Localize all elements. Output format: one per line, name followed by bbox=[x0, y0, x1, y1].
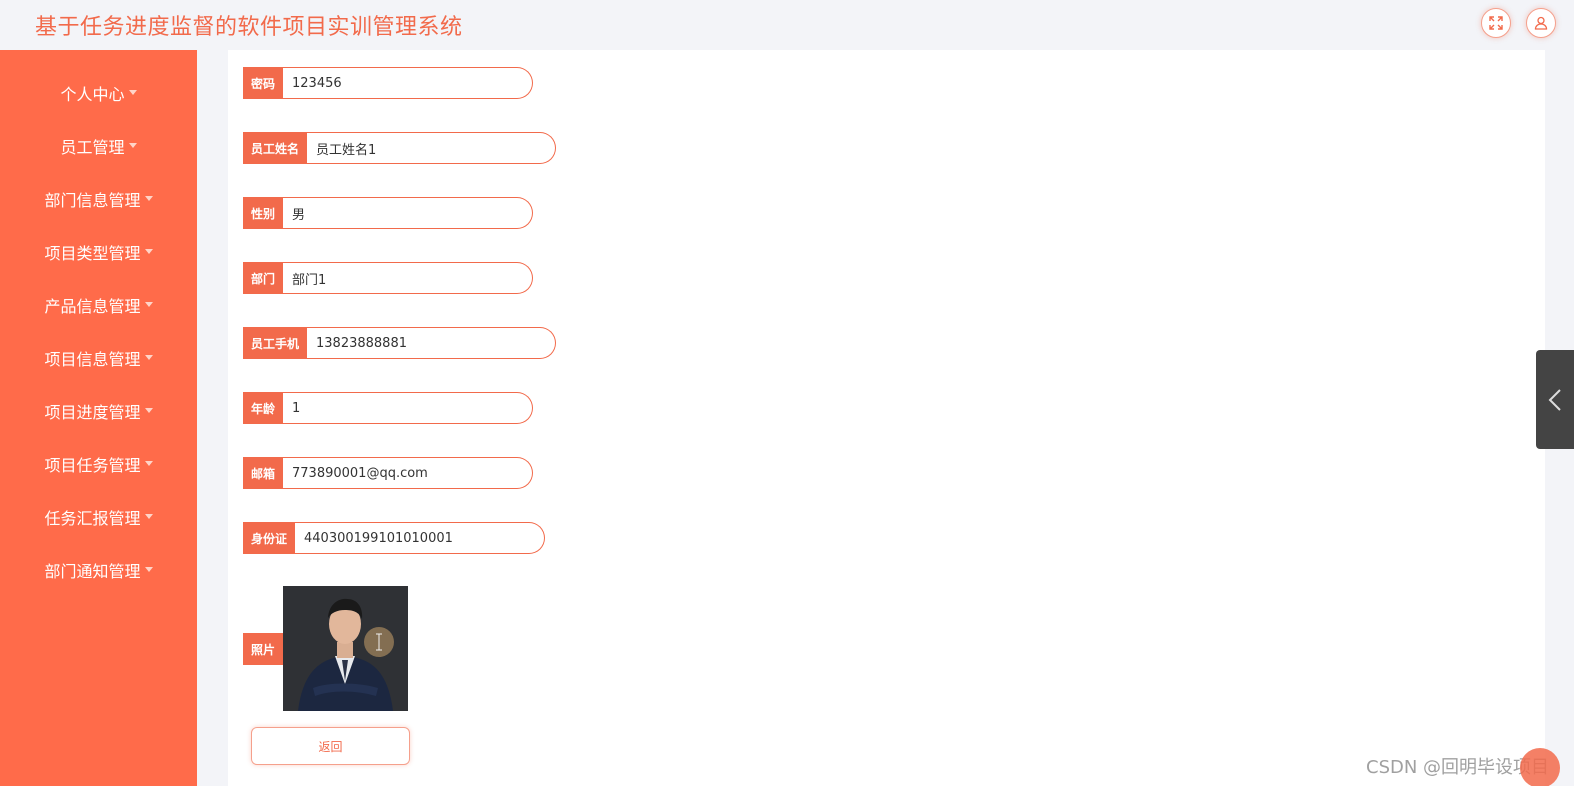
user-button[interactable] bbox=[1526, 8, 1556, 38]
app-title: 基于任务进度监督的软件项目实训管理系统 bbox=[35, 15, 463, 40]
field-label: 员工姓名 bbox=[243, 132, 307, 164]
caret-down-icon bbox=[144, 408, 153, 413]
user-icon bbox=[1534, 16, 1548, 30]
department-input[interactable]: 部门1 bbox=[283, 262, 533, 294]
caret-down-icon bbox=[144, 461, 153, 466]
sidebar-item-label: 个人中心 bbox=[60, 84, 125, 104]
employee-photo bbox=[283, 586, 408, 711]
name-input[interactable]: 员工姓名1 bbox=[307, 132, 556, 164]
back-button[interactable]: 返回 bbox=[251, 727, 410, 765]
id-card-input[interactable]: 440300199101010001 bbox=[295, 522, 545, 554]
caret-down-icon bbox=[144, 355, 153, 360]
caret-down-icon bbox=[144, 196, 153, 201]
department-field: 部门 部门1 bbox=[243, 262, 533, 294]
field-label: 部门 bbox=[243, 262, 283, 294]
sidebar-item-label: 项目任务管理 bbox=[44, 455, 141, 475]
sidebar-item-label: 部门信息管理 bbox=[44, 190, 141, 210]
caret-down-icon bbox=[128, 90, 137, 95]
sidebar-item-label: 产品信息管理 bbox=[44, 296, 141, 316]
side-panel-toggle[interactable] bbox=[1536, 350, 1574, 449]
email-input[interactable]: 773890001@qq.com bbox=[283, 457, 533, 489]
age-input[interactable]: 1 bbox=[283, 392, 533, 424]
sidebar-item-notices[interactable]: 部门通知管理 bbox=[0, 543, 197, 596]
sidebar-item-label: 任务汇报管理 bbox=[44, 508, 141, 528]
gender-field: 性别 男 bbox=[243, 197, 533, 229]
sidebar-item-personal-center[interactable]: 个人中心 bbox=[0, 66, 197, 119]
caret-down-icon bbox=[128, 143, 137, 148]
top-bar: 基于任务进度监督的软件项目实训管理系统 bbox=[0, 0, 1574, 50]
field-label: 身份证 bbox=[243, 522, 295, 554]
sidebar-item-projects[interactable]: 项目信息管理 bbox=[0, 331, 197, 384]
sidebar-item-label: 员工管理 bbox=[60, 137, 125, 157]
sidebar-item-employees[interactable]: 员工管理 bbox=[0, 119, 197, 172]
age-field: 年龄 1 bbox=[243, 392, 533, 424]
sidebar-item-progress[interactable]: 项目进度管理 bbox=[0, 384, 197, 437]
phone-field: 员工手机 13823888881 bbox=[243, 327, 556, 359]
field-label: 邮箱 bbox=[243, 457, 283, 489]
field-label: 照片 bbox=[243, 633, 283, 665]
name-field: 员工姓名 员工姓名1 bbox=[243, 132, 556, 164]
caret-down-icon bbox=[144, 302, 153, 307]
field-label: 员工手机 bbox=[243, 327, 307, 359]
sidebar-item-project-types[interactable]: 项目类型管理 bbox=[0, 225, 197, 278]
field-label: 密码 bbox=[243, 67, 283, 99]
sidebar-item-departments[interactable]: 部门信息管理 bbox=[0, 172, 197, 225]
sidebar-item-products[interactable]: 产品信息管理 bbox=[0, 278, 197, 331]
email-field: 邮箱 773890001@qq.com bbox=[243, 457, 533, 489]
fullscreen-button[interactable] bbox=[1481, 8, 1511, 38]
password-input[interactable]: 123456 bbox=[283, 67, 533, 99]
phone-input[interactable]: 13823888881 bbox=[307, 327, 556, 359]
caret-down-icon bbox=[144, 567, 153, 572]
gender-input[interactable]: 男 bbox=[283, 197, 533, 229]
sidebar-item-reports[interactable]: 任务汇报管理 bbox=[0, 490, 197, 543]
sidebar: 个人中心 员工管理 部门信息管理 项目类型管理 产品信息管理 项目信息管理 项目… bbox=[0, 50, 197, 786]
password-field: 密码 123456 bbox=[243, 67, 533, 99]
field-label: 年龄 bbox=[243, 392, 283, 424]
sidebar-item-label: 项目类型管理 bbox=[44, 243, 141, 263]
floating-button[interactable] bbox=[1520, 748, 1560, 786]
field-label: 性别 bbox=[243, 197, 283, 229]
caret-down-icon bbox=[144, 514, 153, 519]
caret-down-icon bbox=[144, 249, 153, 254]
chevron-left-icon bbox=[1548, 388, 1561, 411]
detail-panel: 密码 123456 员工姓名 员工姓名1 性别 男 部门 部门1 员工手机 13… bbox=[228, 50, 1545, 786]
sidebar-item-tasks[interactable]: 项目任务管理 bbox=[0, 437, 197, 490]
sidebar-item-label: 部门通知管理 bbox=[44, 561, 141, 581]
sidebar-item-label: 项目进度管理 bbox=[44, 402, 141, 422]
expand-icon bbox=[1489, 16, 1503, 30]
sidebar-item-label: 项目信息管理 bbox=[44, 349, 141, 369]
id-card-field: 身份证 440300199101010001 bbox=[243, 522, 545, 554]
